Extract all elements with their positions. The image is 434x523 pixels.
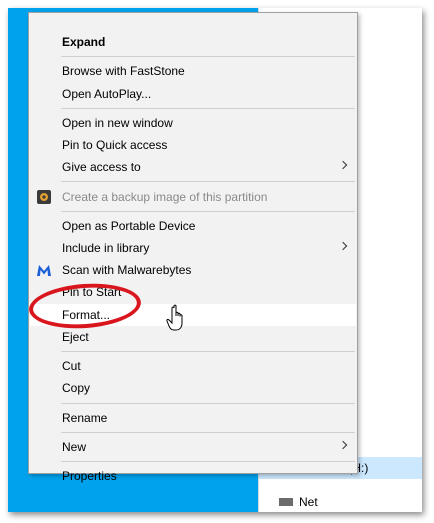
menu-item-label: Pin to Quick access <box>62 138 168 152</box>
backup-icon <box>37 189 51 204</box>
screenshot-frame: o! ExamplpmentseserojectspmentsoadsesDis… <box>8 8 422 512</box>
menu-item-label: Open as Portable Device <box>62 218 196 233</box>
menu-item-open-autoplay[interactable]: Open AutoPlay... <box>30 83 356 105</box>
menu-item-open-in-new-window[interactable]: Open in new window <box>30 112 356 134</box>
nav-tree-item[interactable]: Net <box>259 491 422 512</box>
menu-separator <box>61 461 355 463</box>
menu-item-include-in-library[interactable]: Include in library <box>30 237 356 259</box>
menu-item-label: Create a backup image of this partition <box>62 189 268 204</box>
menu-item-label: Browse with FastStone <box>62 64 185 79</box>
menu-item-properties[interactable]: Properties <box>30 465 356 487</box>
menu-item-pin-to-quick-access[interactable]: Pin to Quick access <box>30 134 356 156</box>
hand-cursor-icon <box>166 304 183 331</box>
menu-item-label: Copy <box>62 381 91 396</box>
menu-item-open-as-portable-device[interactable]: Open as Portable Device <box>30 215 356 237</box>
menu-separator <box>61 210 355 212</box>
menu-item-label: Rename <box>62 410 108 425</box>
menu-item-label: Include in library <box>62 241 150 255</box>
submenu-chevron-right-icon <box>338 241 348 251</box>
menu-item-scan-with-malwarebytes[interactable]: Scan with Malwarebytes <box>30 259 356 281</box>
malwarebytes-icon <box>37 265 51 277</box>
menu-item-label: New <box>62 439 87 454</box>
context-menu: Expand Browse with FastStone Open AutoPlay… <box>28 12 358 483</box>
menu-separator <box>61 107 355 109</box>
menu-item-create-a-backup-image-of-this-partition[interactable]: Create a backup image of this partition <box>30 186 356 208</box>
menu-item-label: Eject <box>62 329 89 344</box>
menu-item-label: Properties <box>62 469 117 484</box>
menu-item-label: Scan with Malwarebytes <box>62 263 192 278</box>
menu-separator <box>61 351 355 352</box>
menu-item-new[interactable]: New <box>30 436 356 458</box>
nav-tree-item-label: Net <box>299 495 318 509</box>
menu-item-label: Open AutoPlay... <box>62 86 152 101</box>
menu-separator <box>61 56 355 58</box>
menu-separator <box>61 402 355 404</box>
submenu-chevron-right-icon <box>338 440 348 450</box>
submenu-chevron-right-icon <box>338 160 348 170</box>
menu-item-label: Give access to <box>62 160 141 175</box>
menu-item-cut[interactable]: Cut <box>30 355 356 377</box>
menu-item-eject[interactable]: Eject <box>30 326 356 348</box>
menu-item-browse-with-faststone[interactable]: Browse with FastStone <box>30 60 356 82</box>
network-icon <box>279 498 293 506</box>
menu-separator <box>61 431 355 433</box>
menu-item-expand[interactable]: Expand <box>30 31 356 53</box>
menu-item-label: Cut <box>62 359 81 374</box>
menu-item-copy[interactable]: Copy <box>30 377 356 399</box>
menu-item-label: Open in new window <box>62 115 173 130</box>
menu-item-rename[interactable]: Rename <box>30 407 356 429</box>
menu-separator <box>61 181 355 183</box>
menu-item-label: Expand <box>62 35 106 49</box>
menu-item-give-access-to[interactable]: Give access to <box>30 156 356 178</box>
